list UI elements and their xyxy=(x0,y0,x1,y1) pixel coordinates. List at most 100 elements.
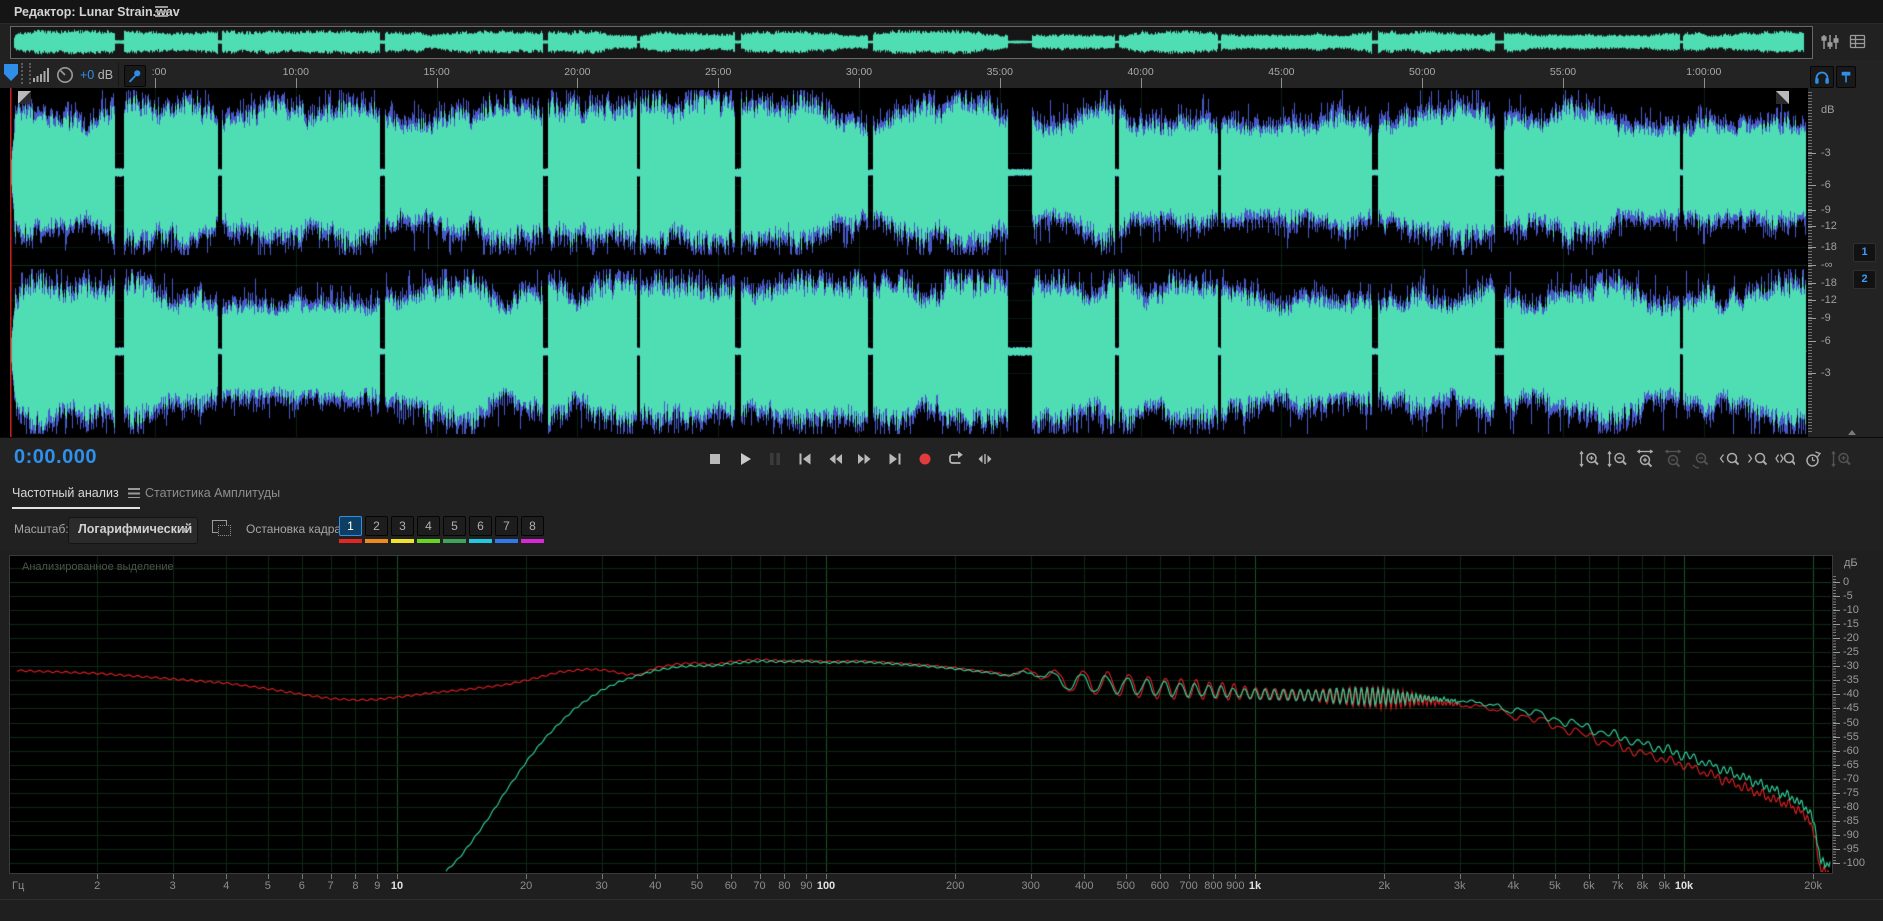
db-scale-label: -18 xyxy=(1821,277,1837,289)
play-button[interactable] xyxy=(732,446,758,472)
freq-axis-label: 3 xyxy=(169,880,176,892)
freq-axis-tick xyxy=(1030,874,1032,879)
timeline-label: 30:00 xyxy=(845,66,873,78)
freq-db-axis-tick xyxy=(1833,722,1840,724)
record-button[interactable] xyxy=(912,446,938,472)
tab-frequency-analysis[interactable]: Частотный анализ xyxy=(12,486,140,509)
freq-db-axis-tick xyxy=(1833,848,1840,850)
zoom-left-selection-button[interactable] xyxy=(1716,446,1742,472)
channel-1-button[interactable]: 1 xyxy=(1853,243,1876,262)
freq-axis-label: 2k xyxy=(1378,880,1390,892)
freq-axis-label: 6k xyxy=(1583,880,1595,892)
freq-db-axis-label: -95 xyxy=(1843,842,1859,855)
pin-button[interactable] xyxy=(124,65,146,87)
frame-hold-button-1[interactable]: 1 xyxy=(339,516,362,543)
freq-axis-label: 9 xyxy=(374,880,381,892)
rewind-button[interactable] xyxy=(822,446,848,472)
timeline-major-tick xyxy=(1281,78,1283,88)
zoom-in-amplitude-button[interactable] xyxy=(1576,446,1602,472)
zoom-in-time-button[interactable] xyxy=(1632,446,1658,472)
frame-hold-number: 8 xyxy=(521,516,544,536)
freq-axis-label: 300 xyxy=(1021,880,1040,892)
frame-hold-button-7[interactable]: 7 xyxy=(495,516,518,543)
freq-db-axis-tick xyxy=(1833,638,1840,640)
freq-axis-tick xyxy=(377,874,379,879)
freq-db-axis-label: -100 xyxy=(1843,857,1866,869)
solo-paddle-button[interactable] xyxy=(1836,66,1856,88)
fast-forward-button[interactable] xyxy=(852,446,878,472)
freq-axis-label: 6 xyxy=(298,880,305,892)
gain-display[interactable]: +0 dB xyxy=(80,68,113,82)
db-scale-tick xyxy=(1808,153,1816,154)
timeline-label: 40:00 xyxy=(1127,66,1154,78)
pause-button[interactable] xyxy=(762,446,788,472)
frame-hold-button-3[interactable]: 3 xyxy=(391,516,414,543)
frame-hold-number: 4 xyxy=(417,516,440,536)
overview-waveform-canvas[interactable] xyxy=(11,27,1810,56)
restore-zoom-button[interactable] xyxy=(1800,446,1826,472)
freq-db-axis-label: -30 xyxy=(1843,660,1859,673)
transport-buttons xyxy=(702,446,998,472)
freq-axis-tick xyxy=(97,874,99,879)
overview-waveform-box[interactable] xyxy=(10,26,1813,59)
frame-hold-number: 6 xyxy=(469,516,492,536)
scale-dropdown[interactable]: Логарифмический xyxy=(68,517,198,544)
db-scale-label: -3 xyxy=(1821,147,1831,159)
freq-db-axis-label: -10 xyxy=(1843,604,1859,617)
levels-icon[interactable] xyxy=(1820,32,1840,52)
zoom-out-time-button[interactable] xyxy=(1660,446,1686,472)
grid-icon[interactable] xyxy=(1848,32,1868,52)
skip-to-end-button[interactable] xyxy=(882,446,908,472)
zoom-reset-button[interactable] xyxy=(1688,446,1714,472)
freq-axis-label: 4 xyxy=(223,880,230,892)
tab-amplitude-statistics[interactable]: Статистика Амплитуды xyxy=(145,486,280,507)
selection-grip-top-left-icon[interactable] xyxy=(18,91,31,104)
freq-axis-label: 10k xyxy=(1674,880,1694,892)
db-scale-tick xyxy=(1808,265,1816,266)
scale-arrow-icon[interactable] xyxy=(1848,430,1856,435)
freq-axis-tick xyxy=(1084,874,1086,879)
freq-axis-tick xyxy=(226,874,228,879)
freq-db-axis-tick xyxy=(1833,652,1840,654)
skip-to-start-button[interactable] xyxy=(792,446,818,472)
zoom-selection-button[interactable] xyxy=(1772,446,1798,472)
knob-icon[interactable] xyxy=(55,65,75,85)
copy-frame-icon[interactable] xyxy=(212,520,231,536)
channel-2-button[interactable]: 2 xyxy=(1853,270,1876,289)
main-waveform-canvas[interactable] xyxy=(10,88,1807,437)
panel-menu-icon[interactable] xyxy=(155,6,168,17)
amplitude-scale[interactable]: dB -3 -6 -9 -12 -18 -∞ -18 -12 -9 -6 -3 1 2 xyxy=(1808,88,1883,437)
zoom-right-selection-button[interactable] xyxy=(1744,446,1770,472)
freq-axis-label: 9k xyxy=(1658,880,1671,892)
tab-menu-icon[interactable] xyxy=(127,488,140,498)
timeline-major-tick xyxy=(1140,78,1142,88)
selection-grip-top-right-icon[interactable] xyxy=(1776,91,1789,104)
frame-hold-button-5[interactable]: 5 xyxy=(443,516,466,543)
level-meter-icon[interactable] xyxy=(33,67,51,83)
skip-selection-button[interactable] xyxy=(972,446,998,472)
frame-hold-button-4[interactable]: 4 xyxy=(417,516,440,543)
freq-db-axis-tick xyxy=(1833,764,1840,766)
db-scale-label: -9 xyxy=(1821,312,1831,324)
timeline-label: 45:00 xyxy=(1268,66,1295,78)
frame-hold-button-8[interactable]: 8 xyxy=(521,516,544,543)
freq-axis-tick xyxy=(1188,874,1190,879)
time-display[interactable]: 0:00.000 xyxy=(14,446,97,469)
zoom-out-amplitude-button[interactable] xyxy=(1604,446,1630,472)
frame-hold-button-6[interactable]: 6 xyxy=(469,516,492,543)
frame-hold-number: 5 xyxy=(443,516,466,536)
waveform-editor[interactable] xyxy=(0,88,1808,523)
timeline-label: 20:00 xyxy=(564,66,591,78)
db-scale-tick xyxy=(1808,318,1816,319)
stop-button[interactable] xyxy=(702,446,728,472)
freq-axis-label: 2 xyxy=(94,880,101,892)
panel-grip[interactable] xyxy=(21,63,31,84)
frame-hold-button-2[interactable]: 2 xyxy=(365,516,388,543)
freq-db-axis-tick xyxy=(1833,806,1840,808)
headphones-button[interactable] xyxy=(1810,66,1834,88)
freq-axis-tick xyxy=(1213,874,1215,879)
zoom-full-button[interactable] xyxy=(1828,446,1854,472)
frame-hold-color xyxy=(469,539,492,543)
analysis-controls: Масштаб: Логарифмический Остановка кадра… xyxy=(0,512,1883,550)
loop-playback-button[interactable] xyxy=(942,446,968,472)
